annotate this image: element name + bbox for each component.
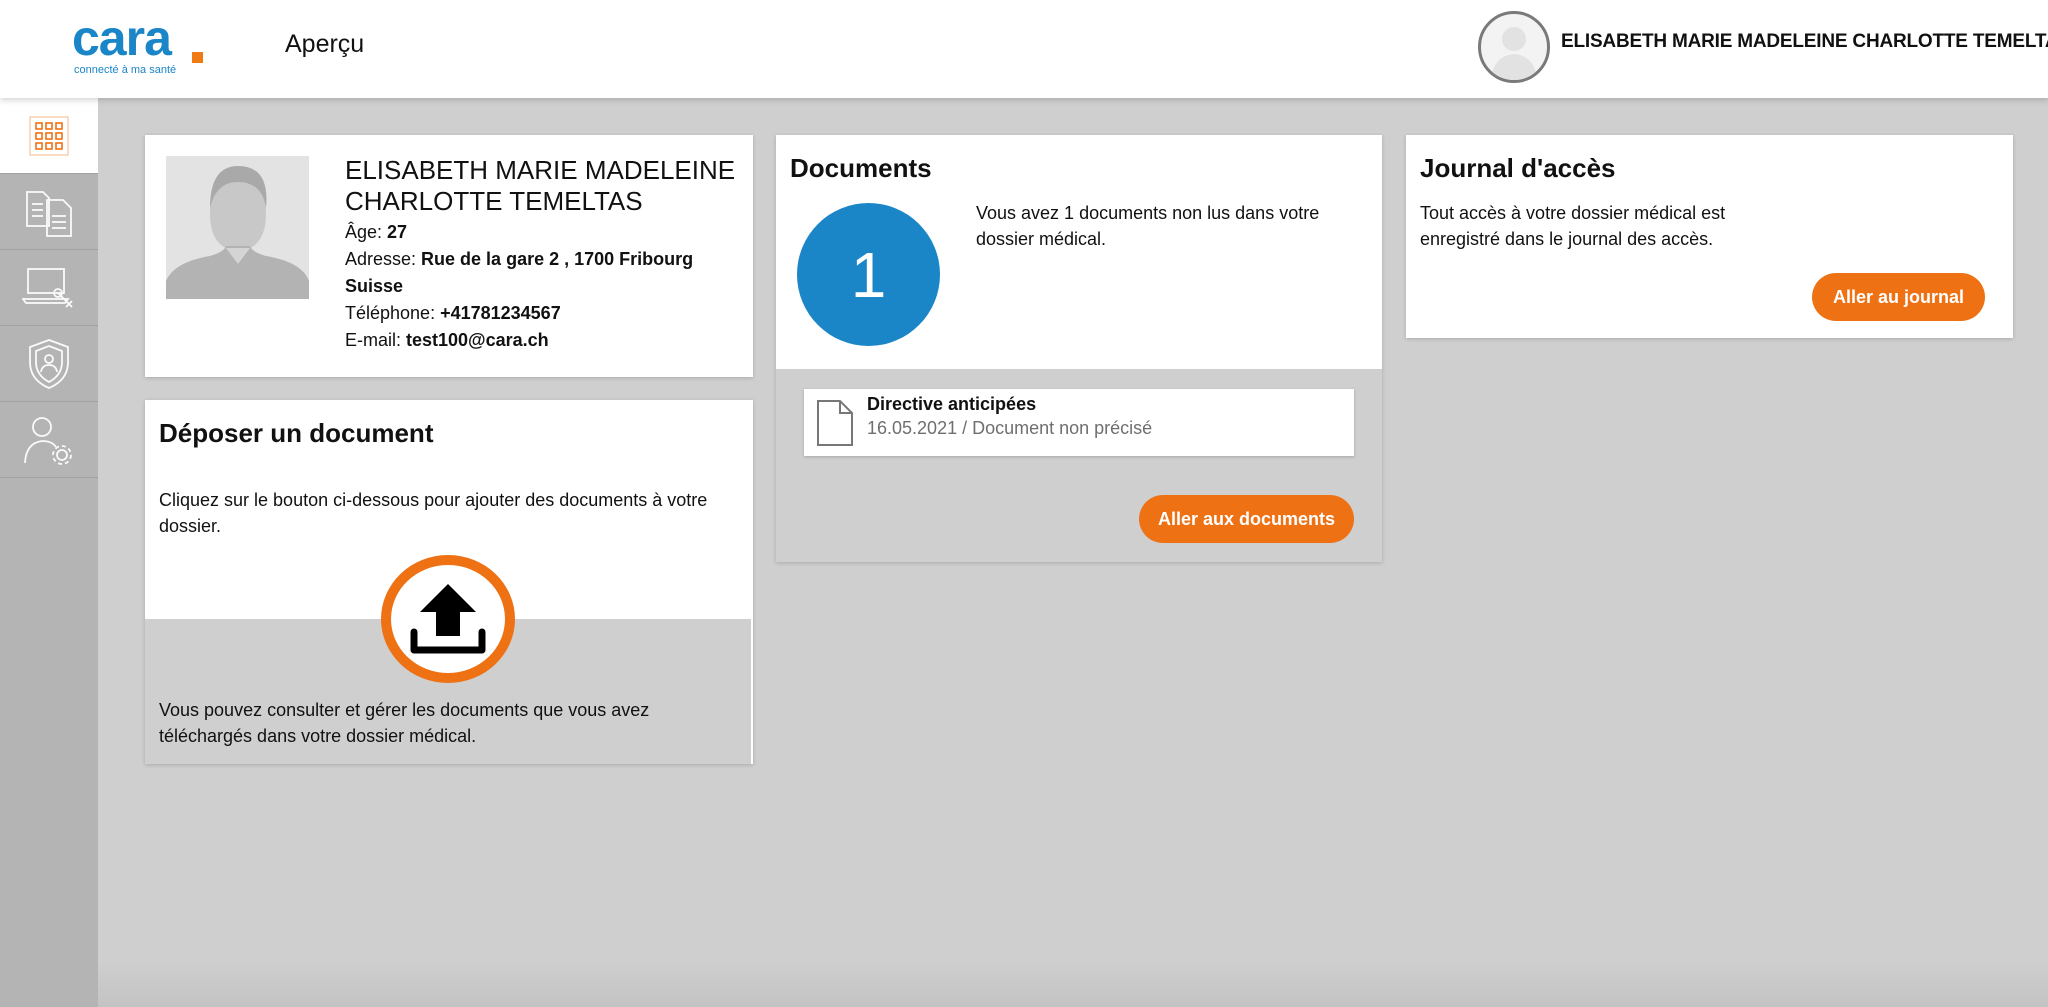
journal-title: Journal d'accès xyxy=(1420,153,1616,183)
profile-address: Adresse: Rue de la gare 2 , 1700 Fribour… xyxy=(345,246,745,300)
upload-icon xyxy=(410,584,486,654)
profile-photo xyxy=(166,156,309,299)
age-label: Âge: xyxy=(345,222,388,242)
logo-dot xyxy=(192,52,203,63)
upload-title: Déposer un document xyxy=(159,418,434,448)
profile-card: ELISABETH MARIE MADELEINE CHARLOTTE TEME… xyxy=(145,135,753,377)
laptop-tools-icon xyxy=(22,267,73,308)
cara-logo[interactable]: cara connecté à ma santé xyxy=(72,10,212,76)
go-to-journal-button[interactable]: Aller au journal xyxy=(1812,273,1985,321)
sidebar-item-services[interactable] xyxy=(0,250,98,326)
upload-button[interactable] xyxy=(381,555,515,683)
journal-description: Tout accès à votre dossier médical est e… xyxy=(1420,203,1726,249)
sidebar-item-documents[interactable] xyxy=(0,174,98,250)
sidebar-nav xyxy=(0,98,98,1007)
document-row[interactable]: Directive anticipées 16.05.2021 / Docume… xyxy=(804,389,1354,456)
journal-card: Journal d'accès Tout accès à votre dossi… xyxy=(1406,135,2013,338)
top-header: cara connecté à ma santé Aperçu ELISABET… xyxy=(0,0,2048,98)
person-placeholder-icon xyxy=(166,156,309,299)
logo-wordmark: cara xyxy=(72,10,172,66)
documents-card: Documents 1 Vous avez 1 documents non lu… xyxy=(776,135,1382,562)
shield-user-icon xyxy=(29,338,69,389)
go-to-documents-button[interactable]: Aller aux documents xyxy=(1139,495,1354,543)
profile-name: ELISABETH MARIE MADELEINE CHARLOTTE TEME… xyxy=(345,155,736,216)
sidebar-item-access-rights[interactable] xyxy=(0,326,98,402)
person-silhouette-icon xyxy=(1491,27,1537,80)
documents-list-area: Directive anticipées 16.05.2021 / Docume… xyxy=(776,369,1382,562)
profile-email: E-mail: test100@cara.ch xyxy=(345,327,745,354)
sidebar-item-overview[interactable] xyxy=(0,98,98,174)
upload-info: Vous pouvez consulter et gérer les docum… xyxy=(159,700,650,746)
unread-message: Vous avez 1 documents non lus dans votre… xyxy=(976,203,1320,249)
header-user-name[interactable]: ELISABETH MARIE MADELEINE CHARLOTTE TEME… xyxy=(1561,31,2048,53)
document-meta: 16.05.2021 / Document non précisé xyxy=(867,418,1153,438)
document-title: Directive anticipées xyxy=(867,394,1037,414)
user-gear-icon xyxy=(24,416,72,465)
email-value: test100@cara.ch xyxy=(406,330,549,350)
documents-icon xyxy=(26,190,72,237)
user-avatar[interactable] xyxy=(1478,11,1550,83)
age-value: 27 xyxy=(387,222,408,242)
documents-title: Documents xyxy=(790,153,932,183)
document-file-icon xyxy=(817,400,853,446)
unread-count-badge: 1 xyxy=(797,203,940,346)
phone-label: Téléphone: xyxy=(345,303,441,323)
page-title: Aperçu xyxy=(285,30,365,58)
sidebar-item-settings[interactable] xyxy=(0,402,98,478)
email-label: E-mail: xyxy=(345,330,407,350)
bottom-shade xyxy=(98,960,2048,1007)
upload-card: Déposer un document Cliquez sur le bouto… xyxy=(145,400,753,764)
logo-tagline: connecté à ma santé xyxy=(74,64,177,76)
address-label: Adresse: xyxy=(345,249,422,269)
phone-value: +41781234567 xyxy=(440,303,561,323)
profile-age: Âge: 27 xyxy=(345,219,745,246)
upload-instructions: Cliquez sur le bouton ci-dessous pour aj… xyxy=(159,490,708,536)
profile-phone: Téléphone: +41781234567 xyxy=(345,300,745,327)
grid-icon xyxy=(29,116,69,155)
